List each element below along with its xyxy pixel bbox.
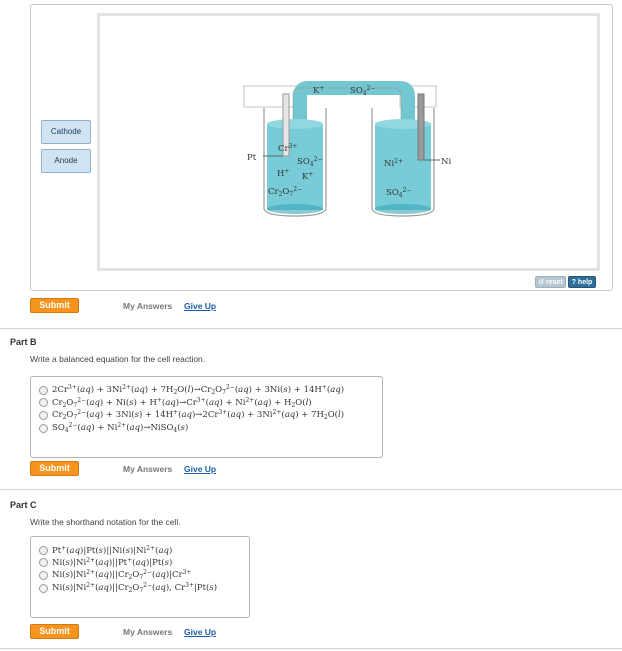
divider [0, 328, 622, 329]
part-c-choice-2[interactable]: Ni(s)|Ni2+(aq)||Pt+(aq)|Pt(s) [39, 557, 249, 569]
help-button[interactable]: ? help [568, 276, 596, 288]
reset-button[interactable]: ↺ reset [535, 276, 566, 288]
part-b-title: Part B [10, 337, 37, 347]
part-a-give-up-link[interactable]: Give Up [184, 301, 216, 311]
radio-button[interactable] [39, 545, 48, 555]
radio-button[interactable] [39, 398, 48, 408]
bridge-so4-label: SO42− [350, 85, 375, 97]
part-c-choice-3[interactable]: Ni(s)|Ni2+(aq)||Cr2O72−(aq)|Cr3+ [39, 569, 249, 581]
part-b-submit-button[interactable]: Submit [30, 461, 79, 476]
help-icon: ? [571, 279, 576, 286]
part-c-prompt: Write the shorthand notation for the cel… [30, 517, 181, 527]
radio-button[interactable] [39, 410, 48, 420]
part-a-submit-button[interactable]: Submit [30, 298, 79, 313]
part-b-choice-3[interactable]: Cr2O72−(aq) + 3Ni(s) + 14H+(aq)→2Cr3+(aq… [39, 409, 382, 421]
part-b-choices: 2Cr3+(aq) + 3Ni2+(aq) + 7H2O(l)→Cr2O72−(… [30, 376, 383, 458]
part-b-my-answers: My Answers [123, 464, 173, 474]
part-c-my-answers: My Answers [123, 627, 173, 637]
divider [0, 648, 622, 649]
pt-label: Pt [247, 153, 257, 163]
part-c-choice-4[interactable]: Ni(s)|Ni2+(aq)||Cr2O72−(aq), Cr3+|Pt(s) [39, 582, 249, 594]
part-b-choice-2[interactable]: Cr2O72−(aq) + Ni(s) + H+(aq)→Cr3+(aq) + … [39, 397, 382, 409]
part-c-give-up-link[interactable]: Give Up [184, 627, 216, 637]
simulation-panel: Cathode Anode K+ SO42− Pt Cr3+ SO42− H+ … [30, 4, 613, 291]
part-c-choices: Pt+(aq)|Pt(s)||Ni(s)|Ni2+(aq) Ni(s)|Ni2+… [30, 536, 250, 618]
ni-label: Ni [441, 157, 451, 167]
anode-label-button[interactable]: Anode [41, 149, 91, 173]
drop-canvas[interactable]: K+ SO42− Pt Cr3+ SO42− H+ K+ Cr2O72− Ni … [97, 13, 600, 271]
part-a-my-answers: My Answers [123, 301, 173, 311]
ni-electrode [417, 93, 425, 161]
radio-button[interactable] [39, 570, 48, 580]
radio-button[interactable] [39, 423, 48, 433]
part-b-choice-1[interactable]: 2Cr3+(aq) + 3Ni2+(aq) + 7H2O(l)→Cr2O72−(… [39, 384, 382, 396]
galvanic-cell-diagram: K+ SO42− Pt Cr3+ SO42− H+ K+ Cr2O72− Ni … [243, 81, 451, 217]
radio-button[interactable] [39, 558, 48, 568]
part-b-prompt: Write a balanced equation for the cell r… [30, 354, 206, 364]
part-c-choice-1[interactable]: Pt+(aq)|Pt(s)||Ni(s)|Ni2+(aq) [39, 544, 249, 556]
divider [0, 489, 622, 490]
cathode-label-button[interactable]: Cathode [41, 120, 91, 144]
reset-icon: ↺ [538, 279, 545, 286]
radio-button[interactable] [39, 385, 48, 395]
part-c-title: Part C [10, 500, 37, 510]
radio-button[interactable] [39, 583, 48, 593]
part-b-give-up-link[interactable]: Give Up [184, 464, 216, 474]
part-b-choice-4[interactable]: SO42−(aq) + Ni2+(aq)→NiSO4(s) [39, 422, 382, 434]
part-c-submit-button[interactable]: Submit [30, 624, 79, 639]
